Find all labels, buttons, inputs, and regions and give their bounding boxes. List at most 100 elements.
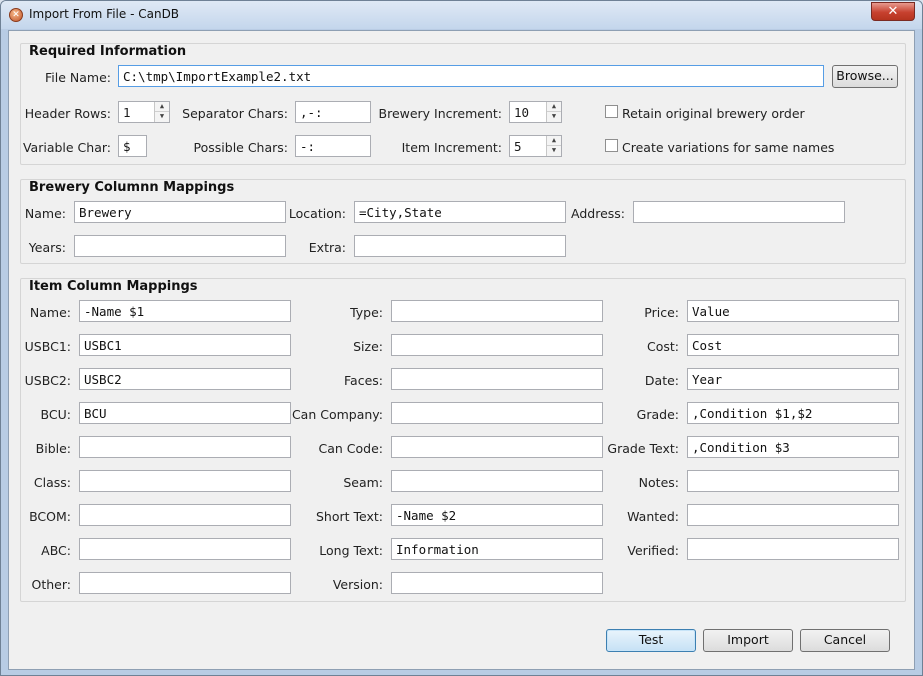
item-grade-text-label: Grade Text: [607, 441, 679, 456]
item-wanted-input[interactable] [687, 504, 899, 526]
item-date-label: Date: [644, 373, 679, 388]
item-usbc1-label: USBC1: [24, 339, 71, 354]
brewery-increment-value: 10 [514, 105, 530, 120]
brewery-extra-label: Extra: [308, 240, 346, 255]
item-notes-label: Notes: [638, 475, 679, 490]
item-short-text-label: Short Text: [315, 509, 383, 524]
item-usbc1-input[interactable]: USBC1 [79, 334, 291, 356]
item-abc-label: ABC: [41, 543, 71, 558]
item-size-label: Size: [353, 339, 383, 354]
brewery-increment-spinner[interactable]: 10 ▲ ▼ [509, 101, 562, 123]
item-increment-spinner[interactable]: 5 ▲ ▼ [509, 135, 562, 157]
file-name-label: File Name: [45, 70, 111, 85]
create-variations-checkbox[interactable] [605, 139, 618, 152]
item-class-input[interactable] [79, 470, 291, 492]
retain-order-label[interactable]: Retain original brewery order [622, 106, 805, 121]
brewery-location-label: Location: [288, 206, 346, 221]
separator-chars-label: Separator Chars: [182, 106, 288, 121]
item-verified-input[interactable] [687, 538, 899, 560]
brewery-years-label: Years: [28, 240, 66, 255]
item-mappings-title: Item Column Mappings [29, 279, 198, 294]
brewery-address-input[interactable] [633, 201, 845, 223]
item-grade-text-input[interactable]: ,Condition $3 [687, 436, 899, 458]
item-increment-value: 5 [514, 139, 522, 154]
item-wanted-label: Wanted: [627, 509, 679, 524]
item-price-input[interactable]: Value [687, 300, 899, 322]
browse-button[interactable]: Browse... [832, 65, 898, 88]
item-grade-input[interactable]: ,Condition $1,$2 [687, 402, 899, 424]
cancel-button[interactable]: Cancel [800, 629, 890, 652]
separator-chars-input[interactable]: ,-: [295, 101, 371, 123]
item-usbc2-input[interactable]: USBC2 [79, 368, 291, 390]
item-name-input[interactable]: -Name $1 [79, 300, 291, 322]
header-rows-spinner[interactable]: 1 ▲ ▼ [118, 101, 170, 123]
brewery-extra-input[interactable] [354, 235, 566, 257]
title-bar[interactable]: ✕ Import From File - CanDB ✕ [1, 1, 922, 29]
item-verified-label: Verified: [627, 543, 679, 558]
create-variations-label[interactable]: Create variations for same names [622, 140, 834, 155]
window-title: Import From File - CanDB [29, 7, 180, 21]
spin-up-icon[interactable]: ▲ [155, 102, 169, 112]
item-class-label: Class: [33, 475, 71, 490]
dialog-client-area: Required Information File Name: C:\tmp\I… [8, 30, 915, 670]
item-bcom-input[interactable] [79, 504, 291, 526]
spin-up-icon[interactable]: ▲ [547, 136, 561, 146]
item-faces-input[interactable] [391, 368, 603, 390]
test-button[interactable]: Test [606, 629, 696, 652]
item-seam-label: Seam: [343, 475, 383, 490]
brewery-mappings-title: Brewery Columnn Mappings [29, 180, 235, 195]
item-version-label: Version: [332, 577, 383, 592]
brewery-location-input[interactable]: =City,State [354, 201, 566, 223]
brewery-years-input[interactable] [74, 235, 286, 257]
item-bible-input[interactable] [79, 436, 291, 458]
file-name-input[interactable]: C:\tmp\ImportExample2.txt [118, 65, 824, 87]
item-grade-label: Grade: [636, 407, 679, 422]
brewery-increment-spin-buttons[interactable]: ▲ ▼ [546, 102, 561, 122]
required-information-title: Required Information [29, 44, 187, 59]
item-increment-label: Item Increment: [401, 140, 502, 155]
retain-order-checkbox[interactable] [605, 105, 618, 118]
possible-chars-input[interactable]: -: [295, 135, 371, 157]
item-abc-input[interactable] [79, 538, 291, 560]
item-name-label: Name: [29, 305, 71, 320]
import-dialog-window: ✕ Import From File - CanDB ✕ Required In… [0, 0, 923, 676]
spin-down-icon[interactable]: ▼ [547, 146, 561, 156]
item-can-code-input[interactable] [391, 436, 603, 458]
required-information-group: Required Information File Name: C:\tmp\I… [20, 43, 906, 165]
item-cost-input[interactable]: Cost [687, 334, 899, 356]
item-notes-input[interactable] [687, 470, 899, 492]
item-other-input[interactable] [79, 572, 291, 594]
variable-char-input[interactable]: $ [118, 135, 147, 157]
brewery-increment-label: Brewery Increment: [378, 106, 503, 121]
item-can-company-label: Can Company: [291, 407, 383, 422]
item-long-text-input[interactable]: Information [391, 538, 603, 560]
item-can-code-label: Can Code: [318, 441, 384, 456]
header-rows-spin-buttons[interactable]: ▲ ▼ [154, 102, 169, 122]
brewery-address-label: Address: [571, 206, 625, 221]
item-type-label: Type: [350, 305, 383, 320]
item-date-input[interactable]: Year [687, 368, 899, 390]
item-size-input[interactable] [391, 334, 603, 356]
app-icon: ✕ [9, 8, 23, 22]
spin-down-icon[interactable]: ▼ [155, 112, 169, 122]
item-bcom-label: BCOM: [29, 509, 71, 524]
item-type-input[interactable] [391, 300, 603, 322]
spin-up-icon[interactable]: ▲ [547, 102, 561, 112]
item-cost-label: Cost: [646, 339, 679, 354]
item-can-company-input[interactable] [391, 402, 603, 424]
import-button[interactable]: Import [703, 629, 793, 652]
spin-down-icon[interactable]: ▼ [547, 112, 561, 122]
header-rows-label: Header Rows: [24, 106, 111, 121]
brewery-mappings-group: Brewery Columnn Mappings Name: Brewery L… [20, 179, 906, 264]
item-bcu-label: BCU: [40, 407, 71, 422]
item-bcu-input[interactable]: BCU [79, 402, 291, 424]
item-version-input[interactable] [391, 572, 603, 594]
item-usbc2-label: USBC2: [24, 373, 71, 388]
item-seam-input[interactable] [391, 470, 603, 492]
brewery-name-label: Name: [24, 206, 66, 221]
item-short-text-input[interactable]: -Name $2 [391, 504, 603, 526]
close-button[interactable]: ✕ [871, 2, 915, 21]
brewery-name-input[interactable]: Brewery [74, 201, 286, 223]
item-price-label: Price: [644, 305, 679, 320]
item-increment-spin-buttons[interactable]: ▲ ▼ [546, 136, 561, 156]
